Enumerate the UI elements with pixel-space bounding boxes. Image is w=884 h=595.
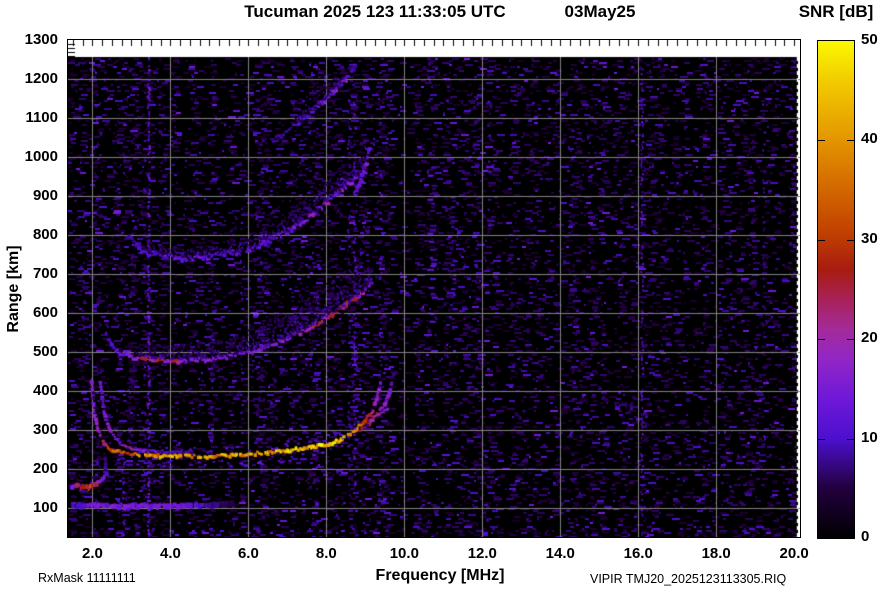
plot-frame [67,39,801,538]
y-tick-label: 1300 [24,31,58,48]
y-tick-label: 900 [32,186,58,204]
colorbar-tick-label: 50 [861,31,878,48]
y-tick-label: 800 [32,225,58,243]
colorbar-title: SNR [dB] [798,2,874,21]
y-tick-label: 400 [32,381,58,399]
x-tick-label: 8.0 [315,545,337,562]
x-tick-label: 10.0 [389,545,419,562]
ionogram-canvas [68,40,800,537]
colorbar-tick-label: 10 [861,428,878,446]
x-tick-label: 14.0 [545,545,575,562]
y-tick-label: 1100 [25,108,58,126]
x-tick-label: 4.0 [160,545,181,562]
colorbar-tick-mark [818,140,825,141]
colorbar-tick-label: 30 [861,229,878,247]
x-axis-label: Frequency [MHz] [375,567,505,584]
file-note: VIPIR TMJ20_2025123113305.RIQ [590,572,787,586]
y-tick-label: 200 [32,459,58,477]
rxmask-note: RxMask 11111111 [38,571,136,585]
x-tick-label: 6.0 [237,545,259,562]
colorbar-tick-mark [847,140,854,141]
colorbar-tick-label: 40 [861,130,878,148]
y-tick-label: 300 [32,420,58,438]
y-tick-label: 600 [32,303,58,321]
colorbar-tick-mark [818,339,825,340]
colorbar-tick-label: 0 [861,528,870,545]
colorbar-tick-mark [847,339,854,340]
colorbar [817,40,855,539]
colorbar-tick-mark [818,240,825,241]
x-tick-label: 16.0 [623,545,653,562]
chart-title: Tucuman 2025 123 11:33:05 UTC [244,2,506,21]
y-tick-label: 1200 [24,69,58,87]
colorbar-tick-label: 20 [861,329,878,347]
x-tick-label: 18.0 [701,545,731,562]
x-tick-label: 12.0 [467,545,497,562]
chart-date: 03May25 [564,2,636,21]
y-tick-label: 100 [32,498,58,516]
colorbar-tick-mark [847,439,854,440]
x-tick-label: 20.0 [779,545,809,562]
y-tick-label: 500 [32,342,58,360]
colorbar-tick-mark [818,439,825,440]
y-tick-label: 1000 [24,147,58,165]
y-tick-label: 700 [32,264,58,282]
colorbar-tick-mark [847,240,854,241]
x-tick-label: 2.0 [82,545,103,562]
ionogram-page: Tucuman 2025 123 11:33:05 UTC 03May25 SN… [0,0,884,595]
